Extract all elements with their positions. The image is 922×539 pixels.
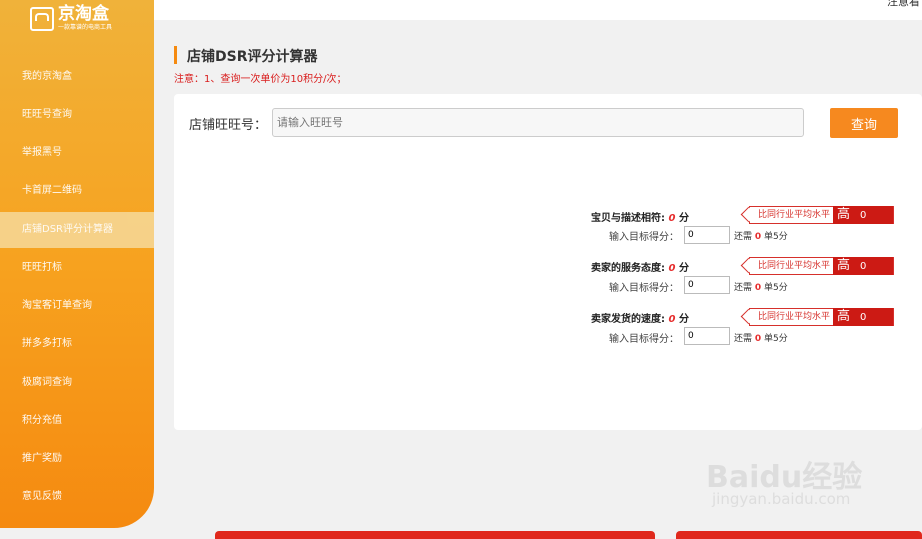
metric-score: 0 [668, 213, 676, 224]
logo-tagline: 一款靠谱的电商工具 [58, 24, 113, 31]
compare-text: 比同行业平均水平 [750, 258, 834, 274]
target-score-input[interactable] [684, 276, 730, 294]
sidebar-item-qrcode[interactable]: 卡首屏二维码 [0, 173, 154, 209]
compare-level: 高 [837, 309, 851, 324]
metric-name: 卖家的服务态度: [591, 263, 665, 274]
compare-text: 比同行业平均水平 [750, 207, 834, 223]
sidebar-item-dsr-calculator[interactable]: 店铺DSR评分计算器 [0, 212, 154, 248]
ww-label: 店铺旺旺号： [189, 118, 268, 133]
sidebar-item-ww-tag[interactable]: 旺旺打标 [0, 250, 154, 286]
compare-value: 0 [860, 210, 867, 221]
sidebar-item-pdd-tag[interactable]: 拼多多打标 [0, 326, 154, 362]
compare-level: 高 [837, 258, 851, 273]
industry-compare: 比同行业平均水平 高0 [749, 206, 895, 224]
target-score-input[interactable] [684, 226, 730, 244]
sidebar-item-my-home[interactable]: 我的京淘盒 [0, 59, 154, 95]
sidebar-item-recharge[interactable]: 积分充值 [0, 403, 154, 439]
metric-score: 0 [668, 263, 676, 274]
app-logo[interactable]: 京淘盒 一款靠谱的电商工具 [30, 5, 112, 32]
metric-description-label: 宝贝与描述相符: 0 分 [591, 209, 689, 224]
page-title: 店铺DSR评分计算器 [187, 49, 318, 65]
notice-text: 注意：1、查询一次单价为10积分/次； [174, 74, 347, 85]
metric-score: 0 [668, 314, 676, 325]
top-right-text[interactable]: 注意看 [887, 0, 920, 9]
compare-value: 0 [860, 312, 867, 323]
need-count: 0 [754, 334, 762, 344]
target-label: 输入目标得分： [609, 232, 679, 243]
sidebar-item-report-account[interactable]: 举报黑号 [0, 135, 154, 171]
need-text: 还需 0 单5分 [734, 280, 788, 293]
sidebar: 京淘盒 一款靠谱的电商工具 我的京淘盒 旺旺号查询 举报黑号 卡首屏二维码 店铺… [0, 0, 154, 528]
compare-level: 高 [837, 207, 851, 222]
logo-icon [30, 6, 54, 31]
compare-result: 高0 [833, 308, 894, 326]
need-prefix: 还需 [734, 283, 753, 293]
need-prefix: 还需 [734, 232, 753, 242]
need-text: 还需 0 单5分 [734, 331, 788, 344]
need-prefix: 还需 [734, 334, 753, 344]
sidebar-item-referral[interactable]: 推广奖励 [0, 441, 154, 477]
industry-compare: 比同行业平均水平 高0 [749, 308, 895, 326]
bottom-button-right[interactable] [676, 531, 922, 539]
sidebar-item-taoke-orders[interactable]: 淘宝客订单查询 [0, 288, 154, 324]
target-label: 输入目标得分： [609, 334, 679, 345]
need-suffix: 单5分 [764, 283, 788, 293]
metric-service-label: 卖家的服务态度: 0 分 [591, 259, 689, 274]
bottom-button-left[interactable] [215, 531, 655, 539]
logo-name: 京淘盒 [58, 4, 109, 24]
metric-name: 宝贝与描述相符: [591, 213, 665, 224]
top-bar: 注意看 [154, 0, 922, 20]
metric-unit: 分 [678, 263, 689, 274]
need-suffix: 单5分 [764, 334, 788, 344]
compare-result: 高0 [833, 257, 894, 275]
watermark-url: jingyan.baidu.com [712, 490, 851, 508]
metric-unit: 分 [678, 213, 689, 224]
metric-name: 卖家发货的速度: [591, 314, 665, 325]
title-accent [174, 46, 177, 64]
metric-shipping-label: 卖家发货的速度: 0 分 [591, 310, 689, 325]
compare-text: 比同行业平均水平 [750, 309, 834, 325]
ww-input[interactable] [272, 108, 804, 137]
target-score-input[interactable] [684, 327, 730, 345]
need-count: 0 [754, 232, 762, 242]
need-suffix: 单5分 [764, 232, 788, 242]
sidebar-item-feedback[interactable]: 意见反馈 [0, 479, 154, 515]
need-count: 0 [754, 283, 762, 293]
sidebar-item-ww-query[interactable]: 旺旺号查询 [0, 97, 154, 133]
target-label: 输入目标得分： [609, 283, 679, 294]
metric-unit: 分 [678, 314, 689, 325]
industry-compare: 比同行业平均水平 高0 [749, 257, 895, 275]
compare-result: 高0 [833, 206, 894, 224]
compare-value: 0 [860, 261, 867, 272]
query-button[interactable]: 查询 [830, 108, 898, 138]
sidebar-item-keyword-query[interactable]: 极腐词查询 [0, 365, 154, 401]
need-text: 还需 0 单5分 [734, 229, 788, 242]
